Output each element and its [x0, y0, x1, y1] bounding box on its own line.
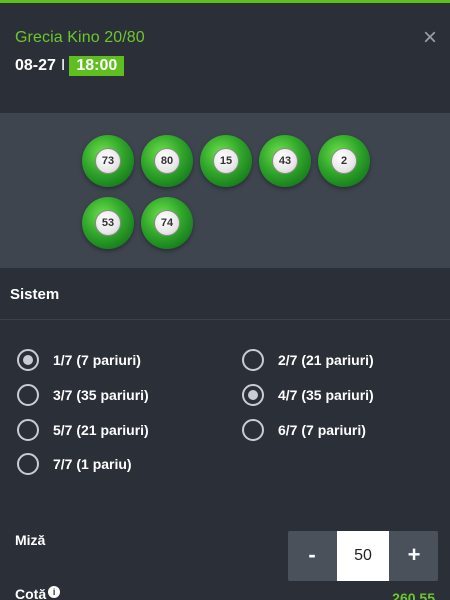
number-ball: 73	[82, 135, 134, 187]
odds-label-text: Cotă	[15, 586, 47, 600]
sistem-option-label: 2/7 (21 pariuri)	[278, 352, 374, 368]
sistem-option-label: 6/7 (7 pariuri)	[278, 422, 366, 438]
stake-label: Miză	[15, 532, 46, 548]
ball-number: 15	[213, 148, 239, 174]
radio-button[interactable]	[17, 349, 39, 371]
close-icon[interactable]: ×	[420, 26, 440, 51]
number-ball: 80	[141, 135, 193, 187]
ball-number: 74	[154, 210, 180, 236]
stake-stepper: - +	[288, 531, 438, 581]
sistem-option-6-7[interactable]: 6/7 (7 pariuri)	[242, 419, 366, 441]
ball-number: 73	[95, 148, 121, 174]
sistem-option-7-7[interactable]: 7/7 (1 pariu)	[17, 453, 132, 475]
stake-decrease-button[interactable]: -	[288, 531, 336, 581]
selected-numbers: 73 80 15 43 2 53 74	[0, 113, 450, 268]
radio-button[interactable]	[17, 384, 39, 406]
sistem-option-label: 1/7 (7 pariuri)	[53, 352, 141, 368]
number-ball: 43	[259, 135, 311, 187]
number-ball: 53	[82, 197, 134, 249]
ball-number: 2	[331, 148, 357, 174]
sistem-option-label: 4/7 (35 pariuri)	[278, 387, 374, 403]
stake-input[interactable]	[337, 531, 389, 581]
sistem-title: Sistem	[10, 286, 60, 303]
sistem-header: Sistem	[0, 268, 450, 320]
draw-time-badge: 18:00	[69, 56, 125, 76]
sistem-option-label: 3/7 (35 pariuri)	[53, 387, 149, 403]
kino-bet-panel: Grecia Kino 20/80 08-27 I 18:00 × 73 80 …	[0, 0, 450, 600]
header: Grecia Kino 20/80 08-27 I 18:00 ×	[0, 3, 450, 113]
number-ball: 2	[318, 135, 370, 187]
draw-separator: I	[60, 57, 66, 74]
stake-increase-button[interactable]: +	[390, 531, 438, 581]
draw-date: 08-27	[15, 57, 56, 74]
info-icon[interactable]: i	[48, 586, 61, 598]
draw-info: 08-27 I 18:00	[15, 56, 125, 76]
number-ball: 74	[141, 197, 193, 249]
game-title: Grecia Kino 20/80	[15, 29, 145, 46]
sistem-options: 1/7 (7 pariuri) 2/7 (21 pariuri) 3/7 (35…	[0, 321, 450, 501]
number-ball: 15	[200, 135, 252, 187]
sistem-option-2-7[interactable]: 2/7 (21 pariuri)	[242, 349, 374, 371]
sistem-option-4-7[interactable]: 4/7 (35 pariuri)	[242, 384, 374, 406]
radio-button[interactable]	[242, 419, 264, 441]
sistem-option-1-7[interactable]: 1/7 (7 pariuri)	[17, 349, 141, 371]
radio-button[interactable]	[242, 384, 264, 406]
ball-number: 53	[95, 210, 121, 236]
ball-number: 43	[272, 148, 298, 174]
ball-number: 80	[154, 148, 180, 174]
radio-button[interactable]	[242, 349, 264, 371]
sistem-option-3-7[interactable]: 3/7 (35 pariuri)	[17, 384, 149, 406]
sistem-option-label: 5/7 (21 pariuri)	[53, 422, 149, 438]
odds-value: 260.55	[392, 590, 435, 600]
sistem-option-label: 7/7 (1 pariu)	[53, 456, 132, 472]
radio-button[interactable]	[17, 419, 39, 441]
sistem-option-5-7[interactable]: 5/7 (21 pariuri)	[17, 419, 149, 441]
odds-label: Cotă i	[15, 586, 61, 600]
radio-button[interactable]	[17, 453, 39, 475]
